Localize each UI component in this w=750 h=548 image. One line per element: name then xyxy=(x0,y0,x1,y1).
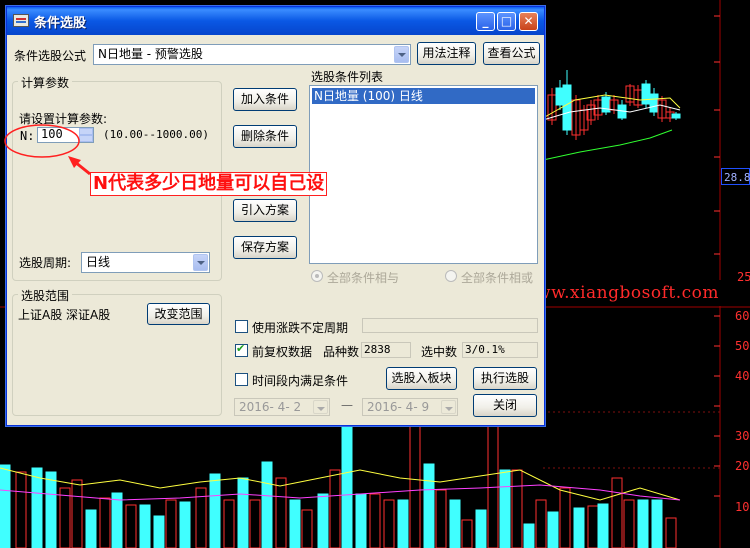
annotation-overlay xyxy=(4,124,91,176)
annotation-ellipse xyxy=(4,124,80,158)
annotation-text: N代表多少日地量可以自己设 xyxy=(90,172,328,196)
